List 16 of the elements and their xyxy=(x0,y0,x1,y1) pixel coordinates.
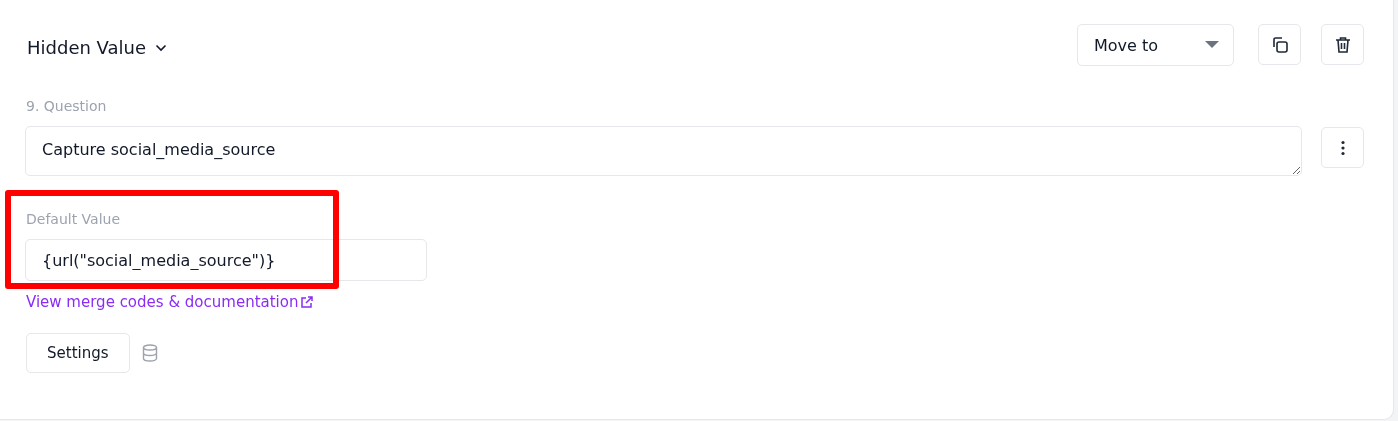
more-vertical-icon xyxy=(1340,139,1345,156)
caret-down-icon xyxy=(1205,41,1219,49)
chevron-down-icon[interactable] xyxy=(155,43,168,52)
field-label: 9. Question xyxy=(26,98,108,114)
documentation-link[interactable]: View merge codes & documentation xyxy=(26,293,314,311)
default-value-field[interactable]: {url("social_media_source")} xyxy=(25,239,427,281)
question-field[interactable]: Capture social_media_source xyxy=(25,126,1302,176)
copy-icon xyxy=(1270,35,1289,54)
settings-button[interactable]: Settings xyxy=(26,333,130,373)
block-title[interactable]: Hidden Value xyxy=(27,37,147,58)
duplicate-button[interactable] xyxy=(1258,24,1301,65)
move-to-dropdown[interactable]: Move to xyxy=(1077,24,1234,66)
external-link-icon xyxy=(300,295,314,309)
delete-button[interactable] xyxy=(1321,24,1364,65)
field-label: Default Value xyxy=(26,211,122,227)
trash-icon xyxy=(1333,35,1352,54)
